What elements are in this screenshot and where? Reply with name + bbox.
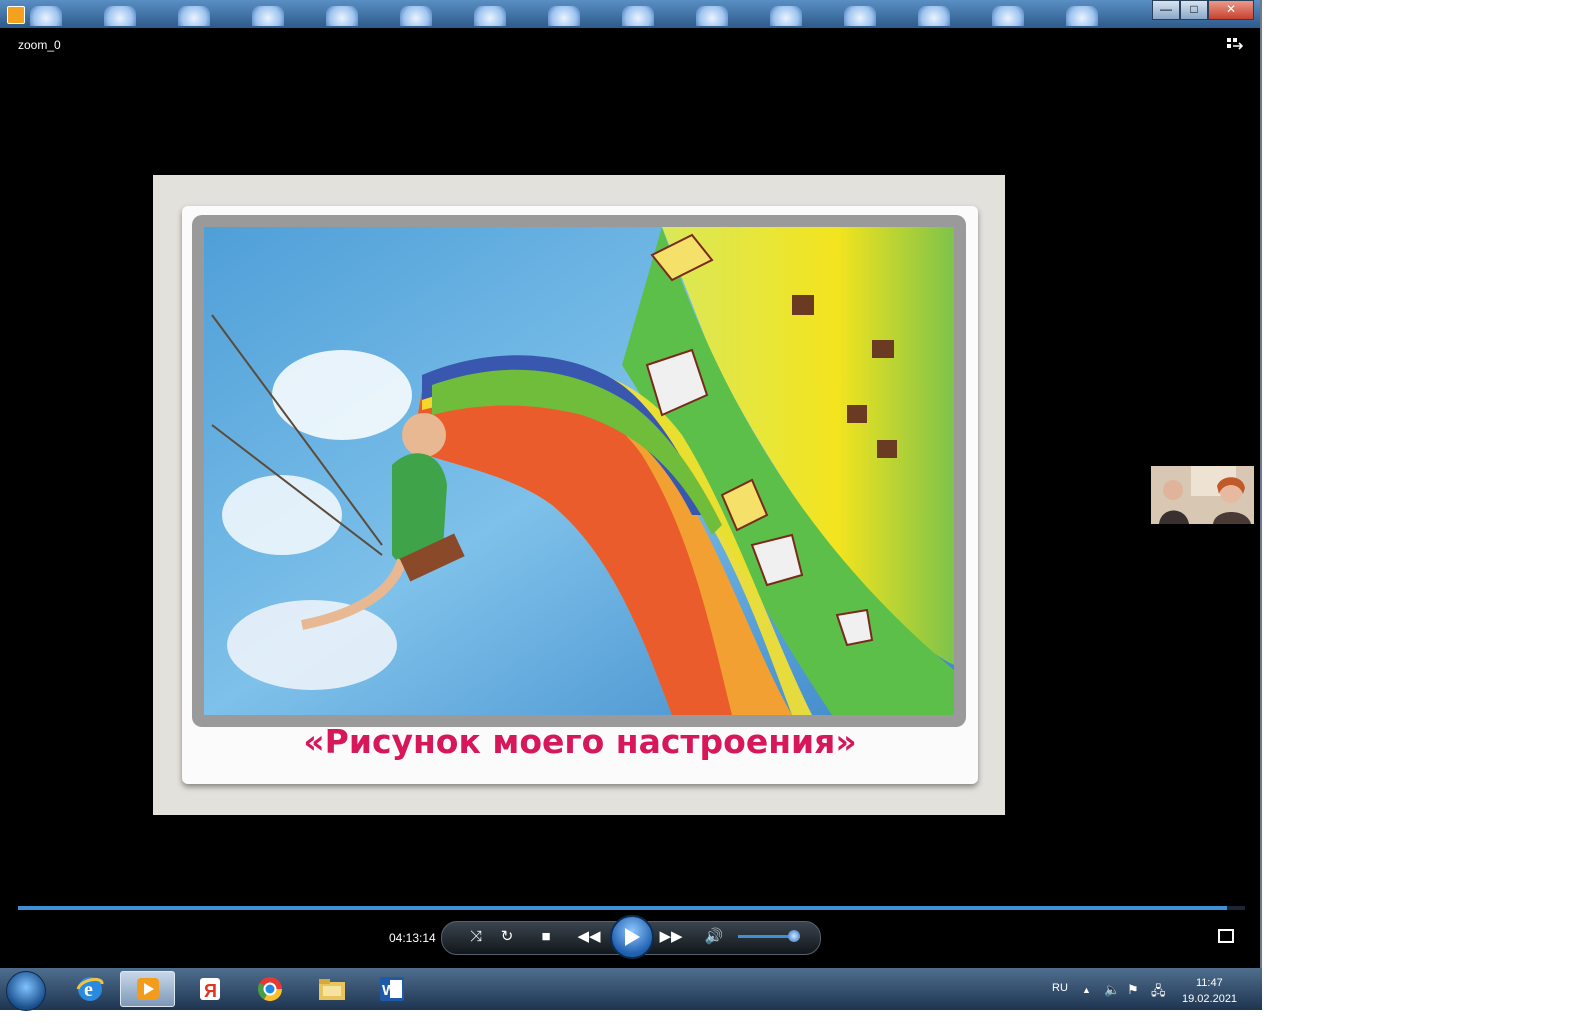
yandex-browser-icon[interactable]: Я <box>182 971 237 1007</box>
participants-image <box>1151 466 1254 524</box>
media-player-window: — □ ✕ zoom_0 «Рисунок моего настроения» … <box>0 0 1262 968</box>
start-button[interactable] <box>6 971 46 1011</box>
previous-button[interactable]: ◀◀ <box>574 927 604 947</box>
windows-media-player-icon[interactable] <box>120 971 175 1007</box>
svg-text:W: W <box>382 982 397 999</box>
media-player-app-icon <box>7 6 25 24</box>
seek-bar[interactable] <box>18 906 1245 910</box>
next-button[interactable]: ▶▶ <box>656 927 686 947</box>
chrome-icon[interactable] <box>242 971 297 1007</box>
title-bar-decoration <box>30 6 1130 26</box>
network-icon[interactable]: 🖧 <box>1151 982 1166 1004</box>
illustration-art <box>204 227 954 715</box>
volume-slider-thumb[interactable] <box>787 930 800 942</box>
seek-bar-progress <box>18 906 1227 910</box>
minimize-button[interactable]: — <box>1152 0 1180 20</box>
internet-explorer-icon[interactable]: e <box>62 971 117 1007</box>
play-icon <box>625 928 640 946</box>
title-bar[interactable]: — □ ✕ <box>0 0 1260 28</box>
clock-time[interactable]: 11:47 <box>1196 977 1223 989</box>
play-button[interactable] <box>610 915 654 959</box>
window-controls: — □ ✕ <box>1152 0 1254 20</box>
shuffle-icon[interactable]: ⤨ <box>464 927 488 947</box>
svg-text:Я: Я <box>204 981 217 1001</box>
stop-button[interactable]: ■ <box>534 927 558 947</box>
participant-video-thumbnail[interactable] <box>1151 466 1254 524</box>
clock-date[interactable]: 19.02.2021 <box>1182 993 1237 1005</box>
volume-tray-icon[interactable]: 🔈 <box>1104 982 1120 998</box>
maximize-button[interactable]: □ <box>1180 0 1208 20</box>
show-hidden-icons-icon[interactable]: ▲ <box>1082 985 1091 995</box>
fullscreen-button[interactable] <box>1218 929 1234 943</box>
file-explorer-icon[interactable] <box>304 971 359 1007</box>
language-indicator[interactable]: RU <box>1052 982 1068 994</box>
word-icon[interactable]: W <box>364 971 419 1007</box>
close-button[interactable]: ✕ <box>1208 0 1254 20</box>
switch-to-library-icon[interactable] <box>1227 38 1243 52</box>
mute-button[interactable]: 🔊 <box>702 927 726 947</box>
file-title: zoom_0 <box>18 38 61 52</box>
action-center-flag-icon[interactable]: ⚑ <box>1127 982 1139 998</box>
slide-caption: «Рисунок моего настроения» <box>303 722 857 761</box>
repeat-icon[interactable]: ↻ <box>495 927 519 947</box>
time-elapsed: 04:13:14 <box>389 931 436 945</box>
watercolor-illustration <box>192 215 966 727</box>
